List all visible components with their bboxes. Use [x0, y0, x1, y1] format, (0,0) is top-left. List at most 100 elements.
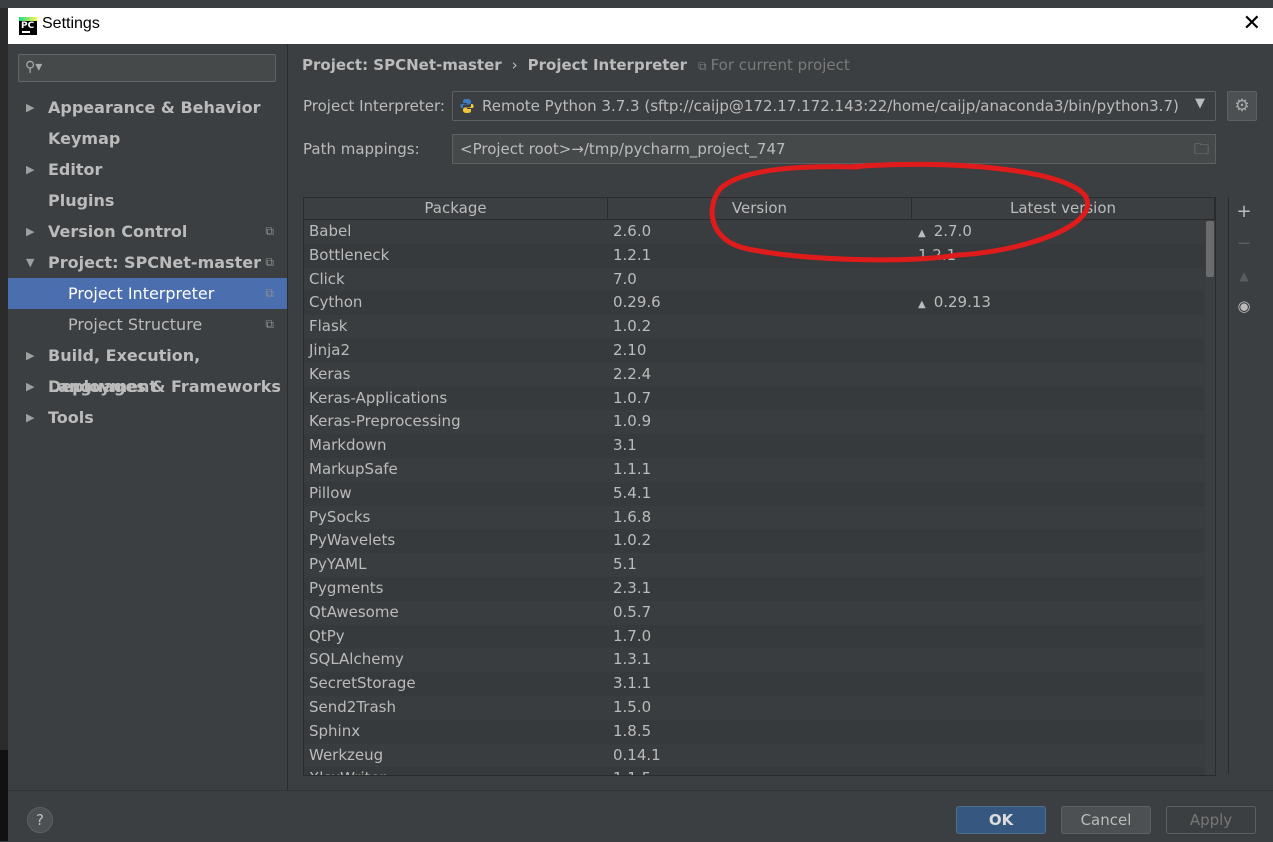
column-header-latest[interactable]: Latest version [912, 198, 1215, 219]
chevron-right-icon[interactable]: ▶ [26, 371, 34, 402]
package-name: Markdown [309, 436, 387, 455]
sidebar-item-label: Version Control [48, 222, 188, 241]
table-row[interactable]: SQLAlchemy 1.3.1 [304, 648, 1215, 673]
sidebar-item-build-execution-deployment[interactable]: ▶ Build, Execution, Deployment [8, 340, 287, 396]
package-name: Pillow [309, 483, 352, 502]
package-latest-version: ▲ 0.29.13 [918, 291, 991, 317]
table-row[interactable]: Markdown 3.1 [304, 434, 1215, 458]
table-row[interactable]: QtPy 1.7.0 [304, 624, 1215, 649]
sidebar-item-project-spcnet-master[interactable]: ▼ Project: SPCNet-master ⧉ [8, 247, 287, 278]
table-row[interactable]: Keras 2.2.4 [304, 362, 1215, 387]
table-row[interactable]: MarkupSafe 1.1.1 [304, 457, 1215, 482]
column-header-version[interactable]: Version [608, 198, 912, 219]
help-icon[interactable]: ? [27, 807, 53, 833]
table-row[interactable]: Bottleneck 1.2.1 1.2.1 [304, 243, 1215, 268]
eye-icon[interactable]: ◉ [1229, 297, 1259, 315]
table-row[interactable]: PySocks 1.6.8 [304, 505, 1215, 530]
package-version: 2.3.1 [613, 578, 652, 597]
path-mappings-field[interactable]: <Project root>→/tmp/pycharm_project_747 … [452, 134, 1216, 164]
package-version: 5.1 [613, 555, 637, 574]
ok-button[interactable]: OK [956, 806, 1046, 834]
package-name: SecretStorage [309, 674, 416, 693]
table-row[interactable]: Babel 2.6.0 ▲ 2.7.0 [304, 220, 1215, 244]
remove-package-icon[interactable]: − [1229, 233, 1259, 254]
package-latest-version: 1.2.1 [918, 244, 956, 268]
chevron-down-icon[interactable]: ▼ [26, 247, 34, 278]
table-row[interactable]: QtAwesome 0.5.7 [304, 600, 1215, 625]
sidebar-item-label: Project Structure [68, 315, 203, 334]
path-mappings-label: Path mappings: [303, 140, 420, 158]
package-version: 2.2.4 [613, 364, 652, 383]
breadcrumb-project: Project: SPCNet-master [302, 56, 502, 74]
package-name: Jinja2 [309, 340, 351, 359]
table-row[interactable]: XlsxWriter 1.1.5 [304, 767, 1215, 775]
scrollbar-thumb[interactable] [1206, 221, 1214, 277]
table-row[interactable]: Flask 1.0.2 [304, 315, 1215, 339]
table-row[interactable]: PyWavelets 1.0.2 [304, 529, 1215, 554]
table-row[interactable]: PyYAML 5.1 [304, 553, 1215, 577]
package-version: 1.3.1 [613, 650, 652, 669]
table-row[interactable]: Jinja2 2.10 [304, 338, 1215, 363]
package-version: 2.10 [613, 340, 647, 359]
package-name: PySocks [309, 507, 371, 526]
dialog-footer: ? OK Cancel Apply [8, 790, 1273, 842]
chevron-right-icon[interactable]: ▶ [26, 92, 34, 123]
sidebar-item-keymap[interactable]: Keymap [8, 123, 287, 154]
gear-icon[interactable]: ⚙ [1227, 91, 1257, 121]
folder-icon[interactable]: 🗀 [1194, 139, 1209, 164]
breadcrumb-separator: › [511, 56, 518, 74]
background-window [0, 0, 8, 841]
search-input[interactable]: ⚲▾ [18, 54, 276, 82]
package-version: 1.0.2 [613, 531, 652, 550]
table-row[interactable]: Werkzeug 0.14.1 [304, 743, 1215, 768]
add-package-icon[interactable]: + [1229, 201, 1259, 222]
chevron-right-icon[interactable]: ▶ [26, 154, 34, 185]
package-name: PyYAML [309, 555, 367, 574]
table-row[interactable]: Cython 0.29.6 ▲ 0.29.13 [304, 291, 1215, 317]
apply-button[interactable]: Apply [1166, 806, 1256, 834]
sidebar-item-project-structure[interactable]: Project Structure ⧉ [8, 309, 287, 340]
table-row[interactable]: Sphinx 1.8.5 [304, 719, 1215, 744]
package-name: XlsxWriter [309, 767, 386, 775]
breadcrumb: Project: SPCNet-master › Project Interpret… [302, 56, 687, 74]
cancel-button[interactable]: Cancel [1061, 806, 1151, 834]
chevron-right-icon[interactable]: ▶ [26, 340, 34, 371]
table-row[interactable]: Click 7.0 [304, 267, 1215, 292]
table-row[interactable]: Send2Trash 1.5.0 [304, 695, 1215, 720]
sidebar-item-plugins[interactable]: Plugins [8, 185, 287, 216]
package-version: 0.5.7 [613, 602, 652, 621]
package-version: 1.0.7 [613, 388, 652, 407]
sidebar-item-version-control[interactable]: ▶ Version Control ⧉ [8, 216, 287, 247]
table-row[interactable]: Keras-Preprocessing 1.0.9 [304, 410, 1215, 435]
table-row[interactable]: Keras-Applications 1.0.7 [304, 386, 1215, 411]
package-version: 5.4.1 [613, 483, 652, 502]
project-scope-icon: ⧉ [265, 224, 274, 238]
package-latest-version: ▲ 2.7.0 [918, 220, 972, 246]
sidebar-item-appearance-behavior[interactable]: ▶ Appearance & Behavior [8, 92, 287, 123]
upgrade-package-icon[interactable]: ▲ [1229, 269, 1259, 283]
interpreter-select[interactable]: Remote Python 3.7.3 (sftp://caijp@172.17… [452, 91, 1216, 121]
table-row[interactable]: SecretStorage 3.1.1 [304, 672, 1215, 696]
table-row[interactable]: Pygments 2.3.1 [304, 576, 1215, 601]
package-version: 0.29.6 [613, 293, 661, 312]
main-panel: Project: SPCNet-master › Project Interpret… [288, 44, 1273, 790]
sidebar-item-project-interpreter[interactable]: Project Interpreter ⧉ [8, 278, 287, 309]
chevron-right-icon[interactable]: ▶ [26, 216, 34, 247]
copy-icon: ⧉ [698, 59, 707, 73]
upgrade-arrow-icon: ▲ [918, 299, 926, 311]
package-name: QtPy [309, 626, 345, 645]
background-tabbar [0, 0, 1273, 8]
package-version: 1.1.1 [613, 459, 652, 478]
chevron-right-icon[interactable]: ▶ [26, 402, 34, 433]
column-header-package[interactable]: Package [304, 198, 608, 219]
sidebar-item-label: Editor [48, 160, 103, 179]
sidebar-item-editor[interactable]: ▶ Editor [8, 154, 287, 185]
close-icon[interactable]: ✕ [1243, 11, 1261, 36]
table-row[interactable]: Pillow 5.4.1 [304, 481, 1215, 506]
table-header: Package Version Latest version [304, 198, 1215, 220]
chevron-down-icon: ▼ [1195, 96, 1205, 111]
sidebar-item-languages-frameworks[interactable]: ▶ Languages & Frameworks [8, 371, 287, 402]
sidebar-item-tools[interactable]: ▶ Tools [8, 402, 287, 433]
vertical-scrollbar[interactable] [1205, 220, 1215, 775]
package-name: Sphinx [309, 721, 361, 740]
